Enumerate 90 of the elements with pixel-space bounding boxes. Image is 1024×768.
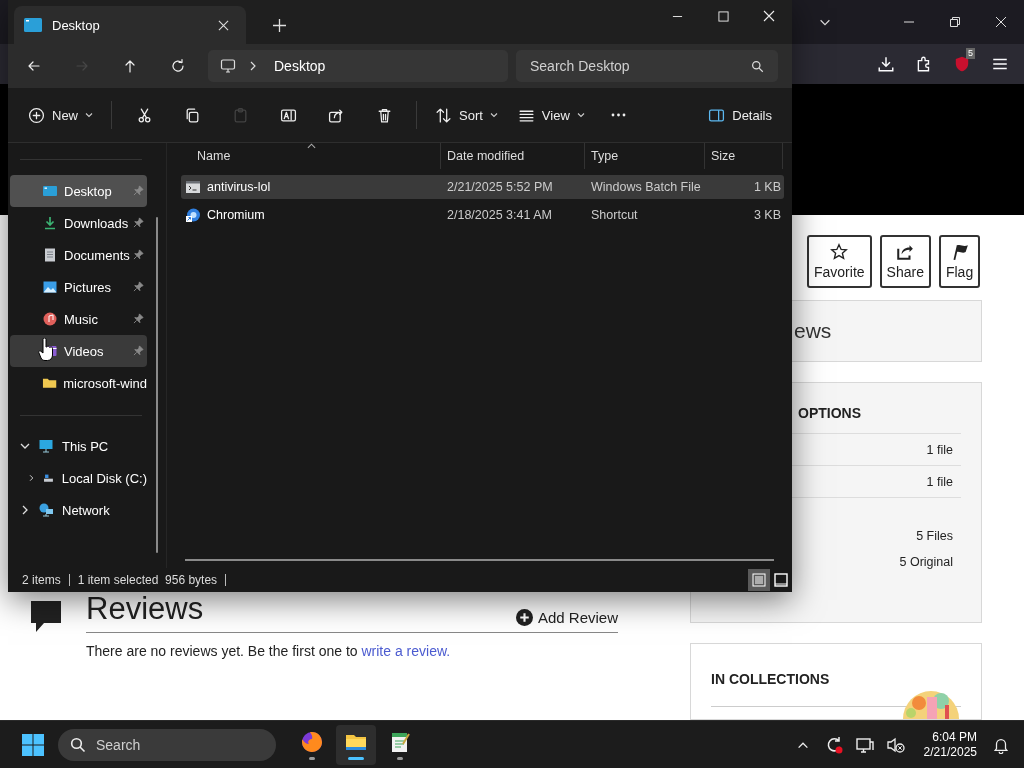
flag-button[interactable]: Flag <box>938 235 981 288</box>
search-icon <box>751 60 764 73</box>
file-name: antivirus-lol <box>207 180 271 194</box>
file-type: Shortcut <box>591 208 638 222</box>
write-review-link[interactable]: write a review. <box>361 643 451 659</box>
tab-title: Desktop <box>52 17 101 33</box>
file-name: Chromium <box>207 208 265 222</box>
tree-item[interactable]: Local Disk (C:) <box>10 462 147 494</box>
caret-icon <box>576 111 585 119</box>
maximize-icon <box>717 10 729 22</box>
fox-globe-icon <box>300 729 324 754</box>
file-row[interactable]: antivirus-lol 2/21/2025 5:52 PM Windows Batch File 1 KB <box>181 175 784 199</box>
breadcrumb-item[interactable]: Desktop <box>274 58 326 74</box>
sidebar-item[interactable]: Documents <box>10 239 147 271</box>
clock-button[interactable]: 6:04 PM 2/21/2025 <box>911 729 985 760</box>
sort-button[interactable]: Sort <box>425 97 508 133</box>
restore-icon <box>949 16 961 28</box>
taskbar-search-field[interactable]: Search <box>58 728 276 761</box>
preview-pane-icon <box>774 573 788 587</box>
close-icon <box>217 19 229 31</box>
download-icon <box>877 55 895 73</box>
no-reviews-message: There are no reviews yet. Be the first one to write a review. <box>86 643 452 659</box>
explorer-tab[interactable]: Desktop <box>14 6 246 44</box>
column-header[interactable]: Name <box>181 143 441 169</box>
file-size: 3 KB <box>753 208 781 222</box>
network-icon <box>38 502 54 518</box>
document-icon <box>42 247 58 263</box>
reviews-heading: Reviews <box>86 592 204 626</box>
list-lines-icon <box>752 573 766 587</box>
scrollbar[interactable] <box>185 559 774 561</box>
explorer-taskbar-button[interactable] <box>336 724 376 765</box>
tree-item[interactable]: This PC <box>10 430 147 462</box>
address-bar[interactable]: Desktop <box>208 50 508 82</box>
favorite-button[interactable]: Favorite <box>807 235 872 288</box>
add-review-link[interactable]: Add Review <box>515 609 618 626</box>
script-file-icon <box>185 179 201 195</box>
plus-circle-icon <box>515 609 533 626</box>
tree-item[interactable]: Network <box>10 494 147 526</box>
star-icon <box>830 243 849 261</box>
monitor-icon <box>38 438 54 454</box>
column-header[interactable]: Date modified <box>441 143 585 169</box>
sidebar-item[interactable]: Music <box>10 303 147 335</box>
sidebar-item[interactable]: microsoft-wind <box>10 367 147 399</box>
column-header[interactable]: Type <box>585 143 705 169</box>
caret-icon <box>85 111 93 119</box>
share-icon <box>896 243 915 261</box>
date-modified: 2/21/2025 5:52 PM <box>447 180 553 194</box>
picture-icon <box>42 279 58 295</box>
close-icon <box>995 16 1007 28</box>
close-icon <box>763 10 775 22</box>
view-button[interactable]: View <box>507 97 595 133</box>
sidebar-item[interactable]: Videos <box>10 335 147 367</box>
search-field[interactable]: Search Desktop <box>516 50 778 82</box>
scrollbar[interactable] <box>156 217 158 553</box>
file-count: 1 file <box>926 442 953 457</box>
speech-bubble-icon <box>28 598 64 634</box>
sidebar-item[interactable]: Desktop <box>10 175 147 207</box>
sidebar-item[interactable]: Pictures <box>10 271 147 303</box>
download-arrow-icon <box>42 215 58 231</box>
desktop-icon <box>24 18 42 32</box>
column-header[interactable]: Size <box>705 143 783 169</box>
sidebar-item[interactable]: Downloads <box>10 207 147 239</box>
plus-icon <box>272 18 286 32</box>
caret-icon <box>489 111 498 119</box>
date-modified: 2/18/2025 3:41 AM <box>447 208 552 222</box>
windows-logo-icon <box>21 732 45 757</box>
monitor-icon <box>220 58 236 74</box>
selection-info: 1 item selected 956 bytes <box>77 574 227 586</box>
file-count: 1 file <box>926 474 953 489</box>
shield-icon <box>953 55 971 73</box>
share-button[interactable]: Share <box>879 235 931 288</box>
file-row[interactable]: Chromium 2/18/2025 3:41 AM Shortcut 3 KB <box>181 203 784 227</box>
desktop-icon <box>42 183 58 199</box>
blocker-extension-button[interactable]: 5 <box>944 48 980 80</box>
file-type: Windows Batch File <box>591 180 701 194</box>
item-count: 2 items <box>22 574 70 586</box>
file-count: 5 Files <box>916 529 953 543</box>
search-icon <box>70 736 86 753</box>
details-button[interactable]: Details <box>698 97 782 133</box>
music-note-icon <box>42 311 58 327</box>
hand-cursor-icon <box>38 338 54 362</box>
tab-title-fragment: ews <box>794 319 832 343</box>
shortcut-globe-icon <box>185 207 201 223</box>
collections-heading: IN COLLECTIONS <box>711 671 830 687</box>
new-button[interactable]: New <box>18 97 103 133</box>
chevron-right-icon <box>248 61 258 71</box>
count-badge: 5 <box>966 48 975 59</box>
sort-caret-icon <box>306 143 316 149</box>
file-size: 1 KB <box>753 180 781 194</box>
file-count: 5 Original <box>899 555 953 569</box>
